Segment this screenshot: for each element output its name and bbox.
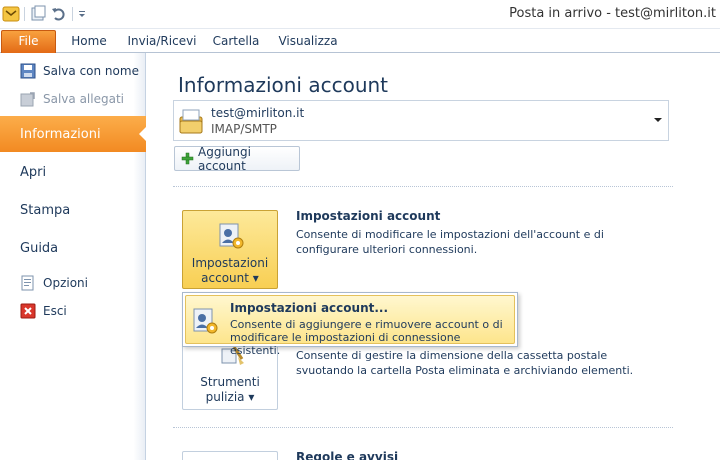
backstage-tab-info[interactable]: Informazioni <box>0 116 147 152</box>
rules-alerts-button[interactable] <box>182 451 278 460</box>
cleanup-tools-label-1: Strumenti <box>200 375 260 389</box>
save-as-command[interactable]: Salva con nome <box>0 58 146 84</box>
add-account-label: Aggiungi account <box>198 144 251 173</box>
exit-label: Esci <box>43 304 67 318</box>
account-settings-title: Impostazioni account <box>296 209 441 223</box>
options-command[interactable]: Opzioni <box>0 270 146 296</box>
cleanup-tools-label-2: pulizia ▾ <box>205 390 255 404</box>
backstage-tab-open[interactable]: Apri <box>0 154 146 190</box>
backstage-tab-print[interactable]: Stampa <box>0 192 146 228</box>
account-settings-icon <box>216 221 246 251</box>
options-label: Opzioni <box>43 276 88 290</box>
save-attachments-label: Salva allegati <box>43 92 124 106</box>
title-bar: Posta in arrivo - test@mirliton.it <box>0 0 720 29</box>
account-settings-label-2: account ▾ <box>201 271 259 285</box>
account-settings-button[interactable]: Impostazioni account ▾ <box>182 210 278 289</box>
account-settings-menu-item[interactable]: Impostazioni account... Consente di aggi… <box>185 295 515 357</box>
tab-view[interactable]: Visualizza <box>270 31 346 53</box>
exit-icon <box>20 303 36 319</box>
tab-folder[interactable]: Cartella <box>208 31 264 53</box>
backstage-nav: Salva con nome Salva allegati Informazio… <box>0 53 147 460</box>
tab-file[interactable]: File <box>1 30 56 53</box>
chevron-down-icon: ▾ <box>252 271 259 285</box>
section-divider <box>173 427 673 428</box>
options-icon <box>20 275 36 291</box>
account-info-pane: Informazioni account test@mirliton.it IM… <box>147 53 720 460</box>
page-title: Informazioni account <box>178 73 389 97</box>
chevron-down-icon: ▾ <box>248 390 255 404</box>
ribbon-tab-bar: File Home Invia/Ricevi Cartella Visualiz… <box>0 29 720 53</box>
save-attachments-icon <box>20 91 36 107</box>
save-attachments-command[interactable]: Salva allegati <box>0 86 146 112</box>
section-divider <box>173 186 673 187</box>
tab-send-receive[interactable]: Invia/Ricevi <box>122 31 202 53</box>
plus-icon <box>181 152 194 165</box>
backstage-tab-help[interactable]: Guida <box>0 230 146 266</box>
account-type: IMAP/SMTP <box>211 122 277 136</box>
save-as-label: Salva con nome <box>43 64 139 78</box>
account-settings-desc: Consente di modificare le impostazioni d… <box>296 228 604 256</box>
add-account-button[interactable]: Aggiungi account <box>174 144 300 173</box>
tab-home[interactable]: Home <box>62 31 116 53</box>
exit-command[interactable]: Esci <box>0 298 146 324</box>
account-settings-menu: Impostazioni account... Consente di aggi… <box>182 292 518 357</box>
account-settings-icon <box>190 306 220 336</box>
menu-item-title: Impostazioni account... <box>230 301 389 315</box>
window-title: Posta in arrivo - test@mirliton.it <box>509 6 716 21</box>
save-as-icon <box>20 63 36 79</box>
rules-alerts-title: Regole e avvisi <box>296 450 399 460</box>
account-selector[interactable]: test@mirliton.it IMAP/SMTP <box>173 100 669 141</box>
chevron-down-icon[interactable] <box>654 118 662 122</box>
account-folder-icon <box>178 107 204 135</box>
account-settings-label-1: Impostazioni <box>191 256 269 270</box>
menu-item-desc: Consente di aggiungere e rimuovere accou… <box>230 318 503 357</box>
account-email: test@mirliton.it <box>211 106 305 120</box>
